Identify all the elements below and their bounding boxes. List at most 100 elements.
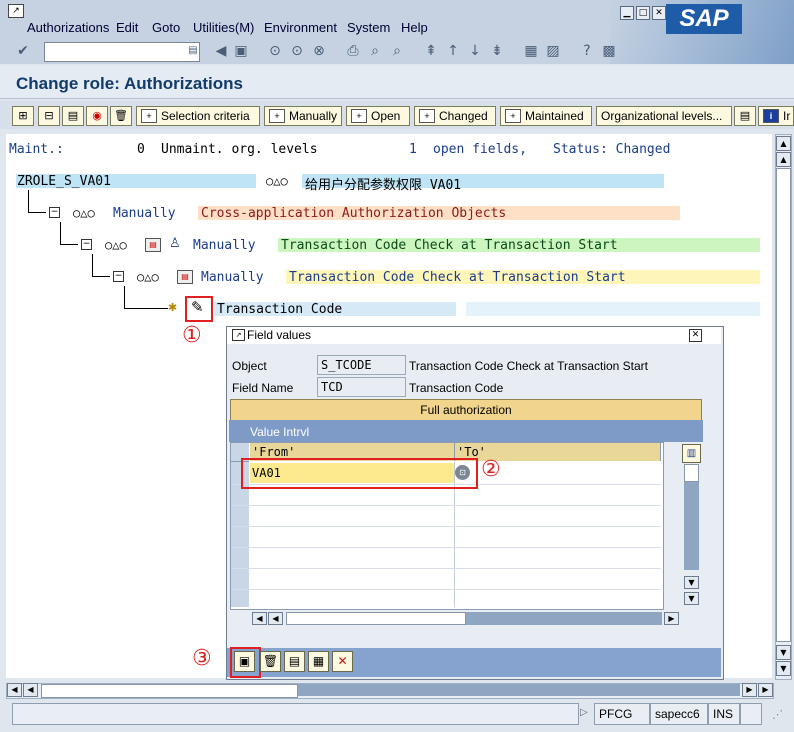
scroll-right-icon[interactable]: ▶ [758,683,773,697]
traffic-light-icon: ○△○ [105,238,127,252]
window-menu-icon[interactable]: ↗ [8,4,24,18]
command-field[interactable] [44,42,200,62]
scrollbar-thumb[interactable] [776,168,791,642]
table-row-line [231,505,661,506]
level2-text[interactable]: Transaction Code Check at Transaction St… [281,238,618,253]
find-next-icon[interactable]: ⌕ [388,42,406,60]
table-vscroll-track[interactable] [684,482,699,570]
scroll-bottom-icon[interactable]: ▼ [776,661,791,676]
command-history-icon[interactable]: ▤ [184,42,202,60]
close-window-icon[interactable]: ✕ [652,6,666,20]
field-text: Transaction Code [217,302,343,317]
menu-authorizations[interactable]: Authorizations [27,20,109,35]
back-icon[interactable]: ⊙ [266,42,284,60]
exit-icon[interactable]: ⊙ [288,42,306,60]
manually-label: Manually [289,109,338,123]
tree-connector [92,254,93,276]
table-scroll-down-step-icon[interactable]: ▼ [684,576,699,589]
table-scroll-down-icon[interactable]: ▼ [684,592,699,605]
enter-icon[interactable]: ✔ [14,42,32,60]
table-row-line [231,568,661,569]
pencil-icon[interactable]: ✎ [191,298,204,316]
help-circle-icon[interactable]: ◉ [86,106,108,126]
scroll-up-icon[interactable]: ▲ [776,152,791,167]
save-icon[interactable]: ▣ [232,42,250,60]
full-authorization-button[interactable]: Full authorization [230,399,702,421]
delete-row-icon[interactable]: 🗑 [260,651,281,672]
scroll-right-step-icon[interactable]: ▶ [742,683,757,697]
table-scroll-left-icon[interactable]: ◀ [252,612,267,625]
hscroll-thumb[interactable] [41,684,298,698]
table-settings-icon[interactable]: ▥ [682,444,701,463]
help-icon[interactable]: ? [578,42,596,60]
fieldname-label: Field Name [232,381,294,395]
maint-label: Maint.: [9,142,64,157]
first-page-icon[interactable]: ⇞ [422,42,440,60]
maximize-icon[interactable]: □ [636,6,650,20]
menu-goto[interactable]: Goto [152,20,180,35]
maintained-icon: + [505,109,521,123]
cancel-icon[interactable]: ⊗ [310,42,328,60]
minimize-icon[interactable]: ▁ [620,6,634,20]
maintained-button[interactable]: + Maintained [500,106,592,126]
traffic-light-icon: ○△○ [266,174,288,188]
dialog-title: Field values [247,328,312,342]
table-row-line [231,526,661,527]
details-icon[interactable]: ▤ [62,106,84,126]
next-page-icon[interactable]: ↓ [466,42,484,60]
customize-layout-icon[interactable]: ▩ [600,42,618,60]
scroll-top-icon[interactable]: ▲ [776,136,791,151]
menu-environment[interactable]: Environment [264,20,337,35]
scroll-left-step-icon[interactable]: ◀ [23,683,38,697]
status-toggle-icon[interactable]: ▷ [580,707,588,718]
collapse-icon[interactable]: ⊟ [38,106,60,126]
status-system: sapecc6 [650,703,708,725]
shortcut-icon[interactable]: ▨ [544,42,562,60]
prev-page-icon[interactable]: ↑ [444,42,462,60]
dialog-window-icon: ↗ [232,329,245,341]
delete-icon[interactable]: 🗑 [110,106,132,126]
level3-text[interactable]: Transaction Code Check at Transaction St… [289,270,626,285]
insert-row-icon[interactable]: ▤ [284,651,305,672]
expand-all-icon[interactable]: ⊞ [12,106,34,126]
collapse-node-icon[interactable]: − [49,207,60,218]
org-levels-button[interactable]: Organizational levels... [596,106,732,126]
role-description: 给用户分配参数权限 VA01 [305,178,462,193]
annotation-box-3 [230,647,261,678]
table-vscroll-thumb[interactable] [684,464,699,482]
changed-button[interactable]: + Changed [414,106,496,126]
print-icon[interactable]: ⎙ [344,42,362,60]
info-button[interactable]: i Ir [758,106,794,126]
new-session-icon[interactable]: ▦ [522,42,540,60]
cancel-icon[interactable]: ✕ [332,651,353,672]
scroll-left-icon[interactable]: ◀ [7,683,22,697]
level1-text[interactable]: Cross-application Authorization Objects [201,206,506,221]
copy-row-icon[interactable]: ▦ [308,651,329,672]
table-hscroll-track[interactable] [466,612,662,625]
table-scroll-right-icon[interactable]: ▶ [664,612,679,625]
page-title: Change role: Authorizations [16,74,243,93]
scroll-down-icon[interactable]: ▼ [776,645,791,660]
dialog-close-icon[interactable]: ✕ [689,329,702,342]
menu-utilities[interactable]: Utilities(M) [193,20,254,35]
menu-edit[interactable]: Edit [116,20,138,35]
tree-connector [60,222,61,244]
annotation-1: ① [182,323,202,348]
tree-connector [92,276,110,277]
collapse-node-icon[interactable]: − [81,239,92,250]
back-arrow-icon[interactable]: ◀ [212,42,230,60]
last-page-icon[interactable]: ⇟ [488,42,506,60]
table-scroll-left-step-icon[interactable]: ◀ [268,612,283,625]
manually-button[interactable]: + Manually [264,106,342,126]
tree-connector [60,244,78,245]
resize-grip-icon[interactable]: ⋰ [772,708,783,721]
selection-criteria-button[interactable]: + Selection criteria [136,106,260,126]
menu-help[interactable]: Help [401,20,428,35]
hscroll-track[interactable] [298,684,740,696]
table-hscroll-thumb[interactable] [286,612,466,625]
open-button[interactable]: + Open [346,106,410,126]
menu-system[interactable]: System [347,20,390,35]
find-icon[interactable]: ⌕ [366,42,384,60]
collapse-node-icon[interactable]: − [113,271,124,282]
list-icon[interactable]: ▤ [734,106,756,126]
